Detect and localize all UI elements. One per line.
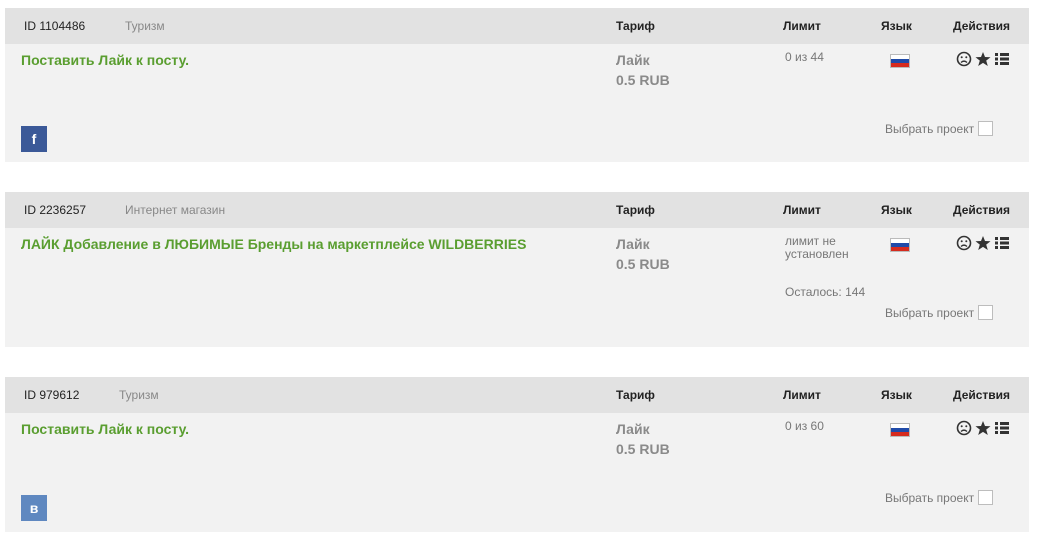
rate-name: Лайк [616, 52, 650, 68]
tarif-header: Тариф [616, 203, 655, 217]
rate-name: Лайк [616, 236, 650, 252]
ru-flag-icon [890, 54, 910, 68]
task-title-link[interactable]: ЛАЙК Добавление в ЛЮБИМЫЕ Бренды на марк… [21, 236, 526, 252]
task-title-link[interactable]: Поставить Лайк к посту. [21, 52, 189, 68]
limit-header: Лимит [783, 203, 821, 217]
limit-value: 0 из 60 [785, 419, 824, 433]
select-project: Выбрать проект [885, 121, 994, 136]
rate-name: Лайк [616, 421, 650, 437]
vk-icon[interactable]: в [21, 495, 47, 521]
frown-icon[interactable] [956, 420, 972, 436]
language-header: Язык [881, 19, 912, 33]
task-id: ID 979612 [24, 388, 80, 402]
select-project-label: Выбрать проект [885, 121, 975, 136]
facebook-icon[interactable]: f [21, 126, 47, 152]
task-id: ID 2236257 [24, 203, 87, 217]
list-icon[interactable] [994, 51, 1010, 67]
task-category: Туризм [125, 19, 165, 33]
limit-value: лимит не установлен [785, 234, 849, 261]
select-project-checkbox[interactable] [978, 121, 994, 136]
task-header: ID 1104486 Туризм Тариф Лимит Язык Дейст… [5, 8, 1029, 44]
frown-icon[interactable] [956, 235, 972, 251]
remaining-value: Осталось: 144 [785, 285, 866, 299]
star-icon[interactable] [975, 51, 991, 67]
rate-price: 0.5 RUB [616, 72, 670, 88]
limit-header: Лимит [783, 19, 821, 33]
task-header: ID 979612 Туризм Тариф Лимит Язык Действ… [5, 377, 1029, 413]
select-project-label: Выбрать проект [885, 305, 975, 320]
list-icon[interactable] [994, 235, 1010, 251]
limit-header: Лимит [783, 388, 821, 402]
task-card: ID 2236257 Интернет магазин Тариф Лимит … [5, 192, 1029, 347]
ru-flag-icon [890, 238, 910, 252]
rate-price: 0.5 RUB [616, 441, 670, 457]
star-icon[interactable] [975, 420, 991, 436]
limit-value: 0 из 44 [785, 50, 824, 64]
tarif-header: Тариф [616, 19, 655, 33]
select-project-checkbox[interactable] [978, 490, 994, 505]
task-card: ID 979612 Туризм Тариф Лимит Язык Действ… [5, 377, 1029, 532]
task-header: ID 2236257 Интернет магазин Тариф Лимит … [5, 192, 1029, 228]
rate-price: 0.5 RUB [616, 256, 670, 272]
select-project-label: Выбрать проект [885, 490, 975, 505]
task-card: ID 1104486 Туризм Тариф Лимит Язык Дейст… [5, 8, 1029, 162]
actions-header: Действия [953, 203, 1011, 217]
actions-header: Действия [953, 388, 1011, 402]
task-category: Интернет магазин [125, 203, 226, 217]
task-title-link[interactable]: Поставить Лайк к посту. [21, 421, 189, 437]
star-icon[interactable] [975, 235, 991, 251]
select-project: Выбрать проект [885, 490, 994, 505]
actions-group [956, 234, 1010, 252]
list-icon[interactable] [994, 420, 1010, 436]
frown-icon[interactable] [956, 51, 972, 67]
actions-group [956, 50, 1010, 68]
task-id: ID 1104486 [24, 19, 86, 33]
select-project-checkbox[interactable] [978, 305, 994, 320]
language-header: Язык [881, 388, 912, 402]
task-category: Туризм [119, 388, 159, 402]
select-project: Выбрать проект [885, 305, 994, 320]
language-header: Язык [881, 203, 912, 217]
tarif-header: Тариф [616, 388, 655, 402]
actions-group [956, 419, 1010, 437]
actions-header: Действия [953, 19, 1011, 33]
ru-flag-icon [890, 423, 910, 437]
